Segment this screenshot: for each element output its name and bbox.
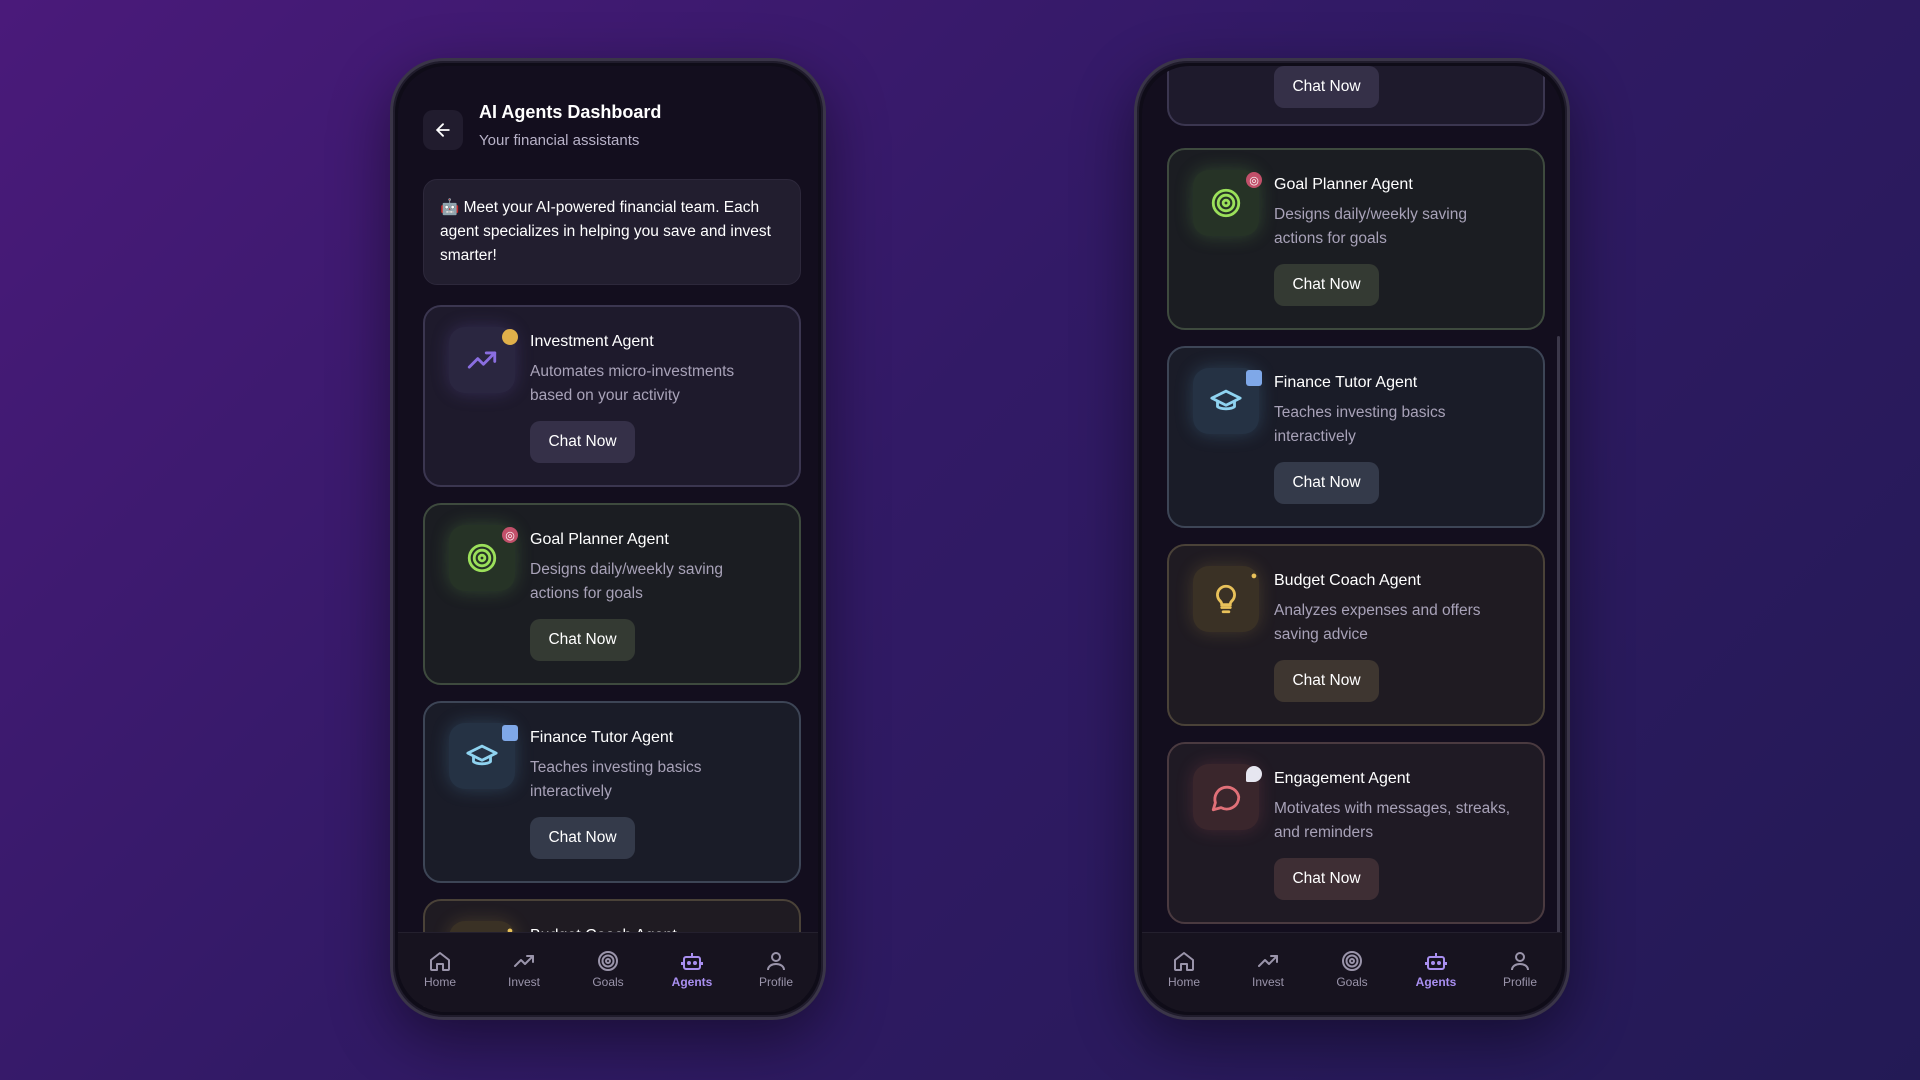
agent-card-finance-tutor: Finance Tutor Agent Teaches investing ba… <box>423 701 801 883</box>
nav-label: Goals <box>1336 975 1368 989</box>
nav-label: Home <box>423 975 456 989</box>
nav-invest[interactable]: Invest <box>1233 947 1303 989</box>
home-icon <box>430 952 450 971</box>
scrollbar[interactable] <box>1557 336 1560 956</box>
chat-now-button[interactable]: Chat Now <box>530 817 635 859</box>
nav-profile[interactable]: Profile <box>741 947 811 989</box>
intro-banner: 🤖 Meet your AI-powered financial team. E… <box>423 179 801 285</box>
target-icon <box>1211 188 1241 218</box>
chat-now-button[interactable]: Chat Now <box>1274 66 1379 108</box>
chat-now-button[interactable]: Chat Now <box>1274 264 1379 306</box>
agent-card-goal-planner: ◎ Goal Planner Agent Designs daily/weekl… <box>423 503 801 685</box>
agent-description: Teaches investing basics interactively <box>1274 404 1446 445</box>
agent-card-engagement: Engagement Agent Motivates with messages… <box>1167 742 1545 924</box>
nav-label: Invest <box>1251 975 1284 989</box>
nav-label: Invest <box>507 975 540 989</box>
nav-goals[interactable]: Goals <box>1317 947 1387 989</box>
user-icon <box>767 952 785 971</box>
chat-now-button[interactable]: Chat Now <box>1274 858 1379 900</box>
trending-up-icon <box>1258 955 1278 967</box>
robot-emoji: 🤖 <box>440 199 460 216</box>
agent-list: Investment Agent Automates micro-investm… <box>423 305 801 1012</box>
chat-now-button[interactable]: Chat Now <box>1274 660 1379 702</box>
agent-card-investment: Investment Agent Automates micro-investm… <box>423 305 801 487</box>
screen-left: AI Agents Dashboard Your financial assis… <box>398 66 818 1012</box>
agent-name: Finance Tutor Agent <box>1274 374 1418 391</box>
back-button[interactable] <box>423 110 463 150</box>
target-icon <box>1342 951 1362 971</box>
message-circle-icon <box>1211 785 1241 812</box>
user-icon <box>1511 952 1529 971</box>
page-title: AI Agents Dashboard <box>479 102 662 122</box>
bottom-nav: Home Invest Goals Agents Profile <box>398 932 818 1012</box>
agent-card-finance-tutor: Finance Tutor Agent Teaches investing ba… <box>1167 346 1545 528</box>
dart-icon: ◎ <box>502 527 518 543</box>
agent-description: Automates micro-investments based on you… <box>530 363 735 404</box>
bottom-nav: Home Invest Goals Agents Profile <box>1142 932 1562 1012</box>
agent-list: ◎ Goal Planner Agent Designs daily/weekl… <box>1167 148 1545 940</box>
agent-description: Teaches investing basics interactively <box>530 759 702 800</box>
home-icon <box>1174 952 1194 971</box>
nav-label: Profile <box>758 975 793 989</box>
graduation-cap-icon <box>1210 389 1242 411</box>
nav-goals[interactable]: Goals <box>573 947 643 989</box>
nav-home[interactable]: Home <box>405 947 475 989</box>
coin-icon <box>502 329 518 345</box>
agent-card-goal-planner: ◎ Goal Planner Agent Designs daily/weekl… <box>1167 148 1545 330</box>
agent-card-investment-partial: Chat Now <box>1167 66 1545 126</box>
agent-description: Motivates with messages, streaks, and re… <box>1274 800 1511 841</box>
nav-label: Agents <box>671 975 713 989</box>
agent-name: Goal Planner Agent <box>530 531 669 548</box>
agent-name: Investment Agent <box>530 333 654 350</box>
nav-label: Home <box>1167 975 1200 989</box>
trending-up-icon <box>467 351 497 369</box>
bulb-badge-icon: ● <box>1250 570 1258 582</box>
chat-now-button[interactable]: Chat Now <box>530 421 635 463</box>
chat-now-button[interactable]: Chat Now <box>530 619 635 661</box>
page-subtitle: Your financial assistants <box>479 132 640 149</box>
phone-right: Chat Now ◎ Goal Planner Agent Designs da… <box>1134 58 1570 1020</box>
agent-description: Designs daily/weekly saving actions for … <box>1274 206 1467 247</box>
book-icon <box>502 725 518 741</box>
nav-label: Agents <box>1415 975 1457 989</box>
arrow-left-icon <box>436 123 450 137</box>
phone-left: AI Agents Dashboard Your financial assis… <box>390 58 826 1020</box>
graduation-cap-icon <box>466 744 498 766</box>
speech-bubble-icon <box>1246 766 1262 782</box>
agent-name: Engagement Agent <box>1274 770 1411 787</box>
robot-icon <box>1425 953 1447 970</box>
agent-card-budget-coach: ● Budget Coach Agent Analyzes expenses a… <box>1167 544 1545 726</box>
intro-text: Meet your AI-powered financial team. Eac… <box>440 199 771 264</box>
agent-name: Finance Tutor Agent <box>530 729 674 746</box>
robot-icon <box>681 953 703 970</box>
dart-icon: ◎ <box>1246 172 1262 188</box>
agent-description: Analyzes expenses and offers saving advi… <box>1274 602 1481 643</box>
nav-agents[interactable]: Agents <box>657 947 727 989</box>
nav-label: Goals <box>592 975 624 989</box>
agent-description: Designs daily/weekly saving actions for … <box>530 561 723 602</box>
agent-name: Budget Coach Agent <box>1274 572 1421 589</box>
nav-agents[interactable]: Agents <box>1401 947 1471 989</box>
nav-label: Profile <box>1502 975 1537 989</box>
nav-invest[interactable]: Invest <box>489 947 559 989</box>
chat-now-button[interactable]: Chat Now <box>1274 462 1379 504</box>
trending-up-icon <box>514 955 534 967</box>
nav-home[interactable]: Home <box>1149 947 1219 989</box>
target-icon <box>467 543 497 573</box>
agent-name: Goal Planner Agent <box>1274 176 1413 193</box>
book-icon <box>1246 370 1262 386</box>
screen-right: Chat Now ◎ Goal Planner Agent Designs da… <box>1142 66 1562 1012</box>
target-icon <box>598 951 618 971</box>
header: AI Agents Dashboard Your financial assis… <box>423 102 793 162</box>
lightbulb-icon <box>1216 584 1236 614</box>
nav-profile[interactable]: Profile <box>1485 947 1555 989</box>
